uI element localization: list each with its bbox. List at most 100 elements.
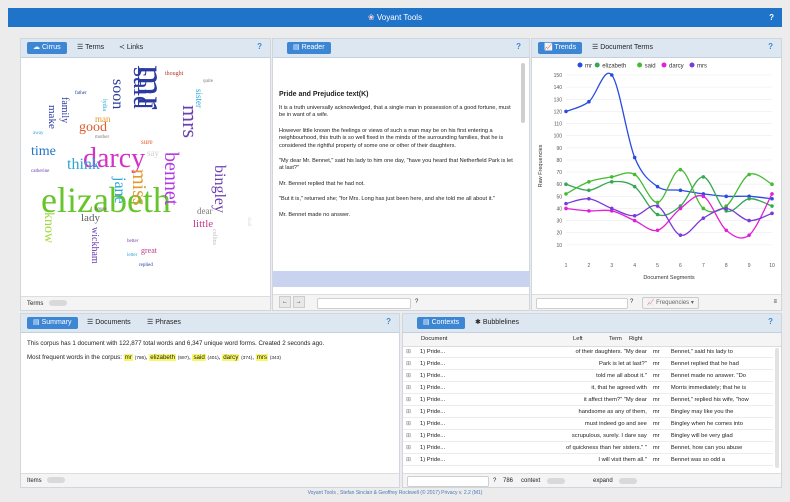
cloud-word[interactable]: man xyxy=(95,115,111,124)
context-slider[interactable] xyxy=(547,478,565,484)
reader-help-icon[interactable]: ? xyxy=(516,42,521,51)
cloud-word[interactable]: bingley xyxy=(211,165,228,213)
cirrus-help-icon[interactable]: ? xyxy=(257,42,262,51)
contexts-search-help-icon[interactable]: ? xyxy=(493,474,496,488)
reader-document-strip[interactable] xyxy=(273,271,529,287)
col-right[interactable]: Right xyxy=(629,336,643,342)
cloud-word[interactable]: house xyxy=(95,207,107,212)
table-row[interactable]: ⊞ 1) Pride... of quickness than her sister… xyxy=(403,441,773,454)
cloud-word[interactable]: father xyxy=(75,91,87,96)
tab-links[interactable]: ≺ Links xyxy=(113,42,149,54)
tab-phrases[interactable]: ☰ Phrases xyxy=(141,317,187,329)
cloud-word[interactable]: catherine xyxy=(31,169,49,174)
cloud-word[interactable]: letter xyxy=(127,253,137,258)
contexts-help-icon[interactable]: ? xyxy=(768,317,773,326)
cloud-word[interactable]: sure xyxy=(141,139,153,146)
table-row[interactable]: ⊞ 1) Pride... told me all about it." mr Benn… xyxy=(403,369,773,382)
cloud-word[interactable]: great xyxy=(141,247,157,255)
items-slider[interactable] xyxy=(47,477,66,484)
cloud-word[interactable]: family xyxy=(59,97,70,123)
trends-search-input[interactable] xyxy=(536,298,628,309)
cloud-word[interactable]: lady xyxy=(81,213,100,224)
cloud-word[interactable]: said xyxy=(128,67,157,109)
table-row[interactable]: ⊞ 1) Pride... Park is let at last?" mr Benne… xyxy=(403,357,773,370)
data-point-darcy xyxy=(724,228,729,233)
contexts-table-header: Document Left Term Right xyxy=(403,333,781,347)
table-row[interactable]: ⊞ 1) Pride... I will visit them all." mr Ben… xyxy=(403,453,773,466)
cloud-word[interactable]: collins xyxy=(211,229,217,245)
freq-word-said[interactable]: said xyxy=(192,354,206,361)
col-term[interactable]: Term xyxy=(609,336,622,342)
reader-back-button[interactable]: ← xyxy=(279,296,291,308)
app-help-icon[interactable]: ? xyxy=(769,8,774,27)
terms-slider[interactable] xyxy=(49,300,68,307)
cloud-word[interactable]: think xyxy=(67,157,100,173)
contexts-search-input[interactable] xyxy=(407,476,489,487)
cell-right: Bingley may like you the xyxy=(667,405,773,418)
cloud-word[interactable]: know xyxy=(41,212,56,243)
cloud-word[interactable]: lydia xyxy=(101,99,107,111)
cloud-word[interactable]: make xyxy=(46,105,58,129)
cloud-word[interactable]: sister xyxy=(194,89,204,108)
cell-right: Bingley will be very glad xyxy=(667,429,773,442)
col-left[interactable]: Left xyxy=(573,336,583,342)
frequencies-dropdown[interactable]: 📈 Frequencies ▾ xyxy=(642,297,699,309)
data-point-mr xyxy=(678,188,683,193)
reader-search-help-icon[interactable]: ? xyxy=(415,295,418,309)
cloud-word[interactable]: elizabeth xyxy=(41,182,171,218)
tab-cirrus[interactable]: ☁ Cirrus xyxy=(27,42,67,54)
freq-word-mr[interactable]: mr xyxy=(123,354,133,361)
cloud-word[interactable]: shall xyxy=(246,217,251,226)
table-row[interactable]: ⊞ 1) Pride... must indeed go and see mr Bing… xyxy=(403,417,773,430)
cloud-word[interactable]: bennet xyxy=(160,152,182,205)
credits-footer[interactable]: Voyant Tools , Stefan Sinclair & Geoffre… xyxy=(0,490,790,496)
contexts-scrollbar[interactable] xyxy=(775,348,779,468)
tab-terms[interactable]: ☰ Terms xyxy=(71,42,110,54)
app-title: Voyant Tools xyxy=(376,13,423,22)
reader-panel: ▤ Reader ? Pride and Prejudice text(K) I… xyxy=(272,38,530,311)
tab-documents[interactable]: ☰ Documents xyxy=(81,317,137,329)
reader-scrollbar[interactable] xyxy=(521,63,525,123)
cloud-word[interactable]: soon xyxy=(109,79,126,109)
tab-bubblelines[interactable]: ✱ Bubblelines xyxy=(469,317,525,329)
reader-search-input[interactable] xyxy=(317,298,411,309)
cell-document: 1) Pride... xyxy=(417,346,563,358)
freq-count: (343) xyxy=(269,356,281,361)
tab-reader[interactable]: ▤ Reader xyxy=(287,42,331,54)
data-point-darcy xyxy=(747,233,751,237)
expand-slider[interactable] xyxy=(619,478,637,484)
cloud-word[interactable]: jane xyxy=(111,177,128,204)
trends-search-help-icon[interactable]: ? xyxy=(630,295,633,309)
cloud-word[interactable]: wickham xyxy=(89,227,100,264)
tab-document-terms[interactable]: ☰ Document Terms xyxy=(586,42,659,54)
cloud-word[interactable]: better xyxy=(127,239,138,244)
cloud-word[interactable]: mother xyxy=(95,135,109,140)
table-row[interactable]: ⊞ 1) Pride... handsome as any of them, mr Bi… xyxy=(403,405,773,418)
table-row[interactable]: ⊞ 1) Pride... it, that he agreed with mr Mor… xyxy=(403,381,773,394)
freq-word-mrs[interactable]: mrs xyxy=(255,354,269,361)
tab-trends[interactable]: 📈 Trends xyxy=(538,42,583,54)
cloud-word[interactable]: dear xyxy=(197,207,213,216)
reader-forward-button[interactable]: → xyxy=(292,296,305,308)
cloud-word[interactable]: thought xyxy=(165,71,183,77)
cloud-word[interactable]: mrs xyxy=(178,105,203,138)
col-document[interactable]: Document xyxy=(421,336,447,342)
cloud-word[interactable]: miss xyxy=(128,169,150,206)
cloud-word[interactable]: say xyxy=(147,149,159,158)
cloud-word[interactable]: replied xyxy=(139,263,153,268)
tab-summary[interactable]: ▤ Summary xyxy=(27,317,78,329)
trends-menu-icon[interactable]: ≡ xyxy=(773,295,777,309)
freq-word-darcy[interactable]: darcy xyxy=(222,354,240,361)
table-row[interactable]: ⊞ 1) Pride... of their daughters. "My dear… xyxy=(403,346,773,358)
trends-help-icon[interactable]: ? xyxy=(768,42,773,51)
cloud-word[interactable]: time xyxy=(31,145,56,159)
data-point-elizabeth xyxy=(701,175,706,179)
tab-contexts[interactable]: ▤ Contexts xyxy=(417,317,466,329)
freq-word-elizabeth[interactable]: elizabeth xyxy=(149,354,177,361)
cloud-word[interactable]: quite xyxy=(203,79,213,84)
table-row[interactable]: ⊞ 1) Pride... it affect them?" "My dear mr B… xyxy=(403,393,773,406)
summary-help-icon[interactable]: ? xyxy=(386,317,391,326)
cloud-word[interactable]: away xyxy=(33,131,44,136)
table-row[interactable]: ⊞ 1) Pride... scrupulous, surely. I dare s… xyxy=(403,429,773,442)
data-point-said xyxy=(632,172,637,177)
